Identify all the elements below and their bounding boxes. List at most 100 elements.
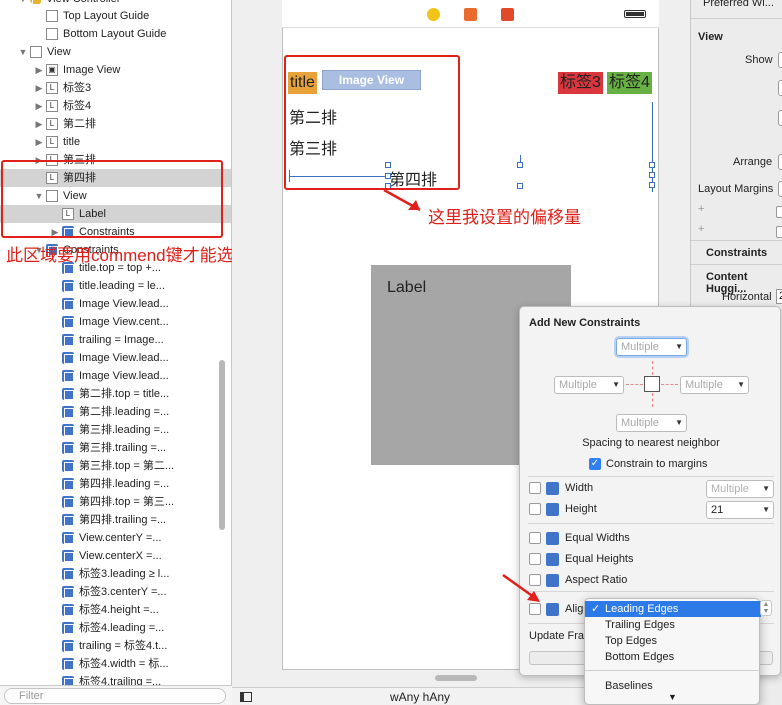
equal-heights-label[interactable]: Equal Heights	[565, 553, 634, 565]
outline-row[interactable]: 第二排.top = title...	[0, 385, 231, 403]
disclosure-closed-icon[interactable]: ▶	[34, 61, 44, 79]
outline-row[interactable]: ▶ L 第二排	[0, 115, 231, 133]
leading-spacing-select[interactable]: Multiple ▼	[554, 376, 624, 394]
tag4-label[interactable]: 标签4	[607, 72, 652, 94]
tag3-label[interactable]: 标签3	[558, 72, 603, 94]
resize-handle[interactable]	[517, 183, 523, 189]
outline-row[interactable]: 第四排.trailing =...	[0, 511, 231, 529]
menu-item-leading-edges[interactable]: ✓ Leading Edges	[585, 601, 761, 617]
constrain-margins-label[interactable]: Constrain to margins	[606, 458, 708, 470]
constrain-margins-checkbox[interactable]: ✓	[589, 458, 601, 470]
resize-handle[interactable]	[649, 162, 655, 168]
popover-title: Add New Constraints	[529, 317, 641, 329]
bottom-spacing-select[interactable]: Multiple ▼	[616, 414, 687, 432]
outline-row[interactable]: 第四排.top = 第三...	[0, 493, 231, 511]
outline-row[interactable]: Bottom Layout Guide	[0, 25, 231, 43]
outline-row[interactable]: 第三排.leading =...	[0, 421, 231, 439]
outline-row[interactable]: Image View.lead...	[0, 349, 231, 367]
menu-item-trailing-edges[interactable]: Trailing Edges	[585, 617, 761, 633]
canvas-scrollbar[interactable]	[435, 675, 477, 681]
gray-view-label[interactable]: Label	[387, 279, 426, 297]
add-variation-icon[interactable]: +	[698, 223, 704, 235]
inspector-popup[interactable]	[778, 80, 782, 96]
height-checkbox[interactable]	[529, 503, 541, 515]
outline-row[interactable]: trailing = Image...	[0, 331, 231, 349]
top-strut-icon[interactable]	[652, 361, 653, 375]
menu-scroll-down-icon[interactable]: ▼	[668, 692, 677, 702]
outline-row[interactable]: 标签4.height =...	[0, 601, 231, 619]
outline-row[interactable]: Image View.lead...	[0, 295, 231, 313]
outline-row[interactable]: View.centerY =...	[0, 529, 231, 547]
top-spacing-select[interactable]: Multiple ▼	[616, 338, 687, 356]
menu-item-top-edges[interactable]: Top Edges	[585, 633, 761, 649]
annotation-box-canvas	[284, 55, 460, 190]
layout-margins-popup[interactable]	[778, 181, 782, 197]
outline-row[interactable]: 第三排.top = 第二...	[0, 457, 231, 475]
outline-row[interactable]: ▶ Ltitle	[0, 133, 231, 151]
disclosure-open-icon[interactable]: ▼	[18, 43, 28, 61]
outline-row[interactable]: Top Layout Guide	[0, 7, 231, 25]
outline-row[interactable]: 标签4.width = 标...	[0, 655, 231, 673]
outline-row[interactable]: ▶ ▣ Image View	[0, 61, 231, 79]
height-label[interactable]: Height	[565, 503, 597, 515]
width-label[interactable]: Width	[565, 482, 593, 494]
outline-row[interactable]: 第四排.leading =...	[0, 475, 231, 493]
outline-row-label: Bottom Layout Guide	[63, 28, 167, 40]
align-stepper[interactable]: ▲ ▼	[760, 600, 772, 616]
equal-widths-checkbox[interactable]	[529, 532, 541, 544]
outline-row[interactable]: trailing = 标签4.t...	[0, 637, 231, 655]
annotation-text-left: 此区域要用commend键才能选中	[6, 246, 251, 265]
outline-row-label: title	[63, 136, 81, 148]
outline-row[interactable]: View.centerX =...	[0, 547, 231, 565]
outline-scrollbar[interactable]	[219, 360, 225, 530]
resize-handle[interactable]	[649, 172, 655, 178]
view-section-header: View	[698, 31, 723, 43]
outline-row[interactable]: 标签3.centerY =...	[0, 583, 231, 601]
horizontal-priority-field[interactable]: 2	[776, 289, 782, 304]
bottom-strut-icon[interactable]	[652, 393, 653, 407]
resize-handle[interactable]	[649, 182, 655, 188]
outline-row[interactable]: Image View.cent...	[0, 313, 231, 331]
outline-row[interactable]: 标签3.leading ≥ l...	[0, 565, 231, 583]
width-checkbox[interactable]	[529, 482, 541, 494]
outline-row[interactable]: ▶ L 标签4	[0, 97, 231, 115]
trailing-strut-icon[interactable]	[661, 384, 678, 385]
constraint-icon	[62, 406, 74, 418]
size-class-control[interactable]: wAny hAny	[390, 690, 450, 704]
equal-heights-checkbox[interactable]	[529, 553, 541, 565]
arrange-label: Arrange	[733, 156, 773, 168]
inspector-checkbox[interactable]	[776, 206, 782, 218]
disclosure-closed-icon[interactable]: ▶	[34, 79, 44, 97]
width-value-select[interactable]: Multiple ▼	[706, 480, 774, 498]
outline-row[interactable]: 标签4.leading =...	[0, 619, 231, 637]
inspector-checkbox[interactable]	[776, 226, 782, 238]
show-outline-icon[interactable]	[240, 692, 252, 702]
outline-row[interactable]: 第二排.leading =...	[0, 403, 231, 421]
filter-input[interactable]: Filter	[4, 688, 226, 704]
horizontal-label: Horizontal	[722, 291, 772, 303]
leading-strut-icon[interactable]	[626, 384, 643, 385]
exit-icon[interactable]	[501, 8, 514, 21]
outline-row-label: Top Layout Guide	[63, 10, 150, 22]
outline-row[interactable]: 第三排.trailing =...	[0, 439, 231, 457]
inspector-popup[interactable]	[778, 110, 782, 126]
arrange-popup[interactable]	[778, 154, 782, 170]
disclosure-closed-icon[interactable]: ▶	[34, 97, 44, 115]
add-variation-icon[interactable]: +	[698, 203, 704, 215]
show-popup[interactable]	[778, 52, 782, 68]
height-value-select[interactable]: 21 ▼	[706, 501, 774, 519]
outline-row[interactable]: ▶ L 标签3	[0, 79, 231, 97]
outline-row-label: 第二排.leading =...	[79, 406, 170, 418]
trailing-spacing-select[interactable]: Multiple ▼	[680, 376, 749, 394]
view-controller-dock-icon[interactable]	[427, 8, 440, 21]
outline-row-label: View.centerX =...	[79, 550, 162, 562]
aspect-ratio-label[interactable]: Aspect Ratio	[565, 574, 627, 586]
outline-row[interactable]: ▼ View	[0, 43, 231, 61]
outline-row[interactable]: Image View.lead...	[0, 367, 231, 385]
menu-item-bottom-edges[interactable]: Bottom Edges	[585, 649, 761, 665]
outline-row[interactable]: title.leading = le...	[0, 277, 231, 295]
disclosure-closed-icon[interactable]: ▶	[34, 133, 44, 151]
equal-widths-label[interactable]: Equal Widths	[565, 532, 630, 544]
disclosure-closed-icon[interactable]: ▶	[34, 115, 44, 133]
first-responder-icon[interactable]	[464, 8, 477, 21]
